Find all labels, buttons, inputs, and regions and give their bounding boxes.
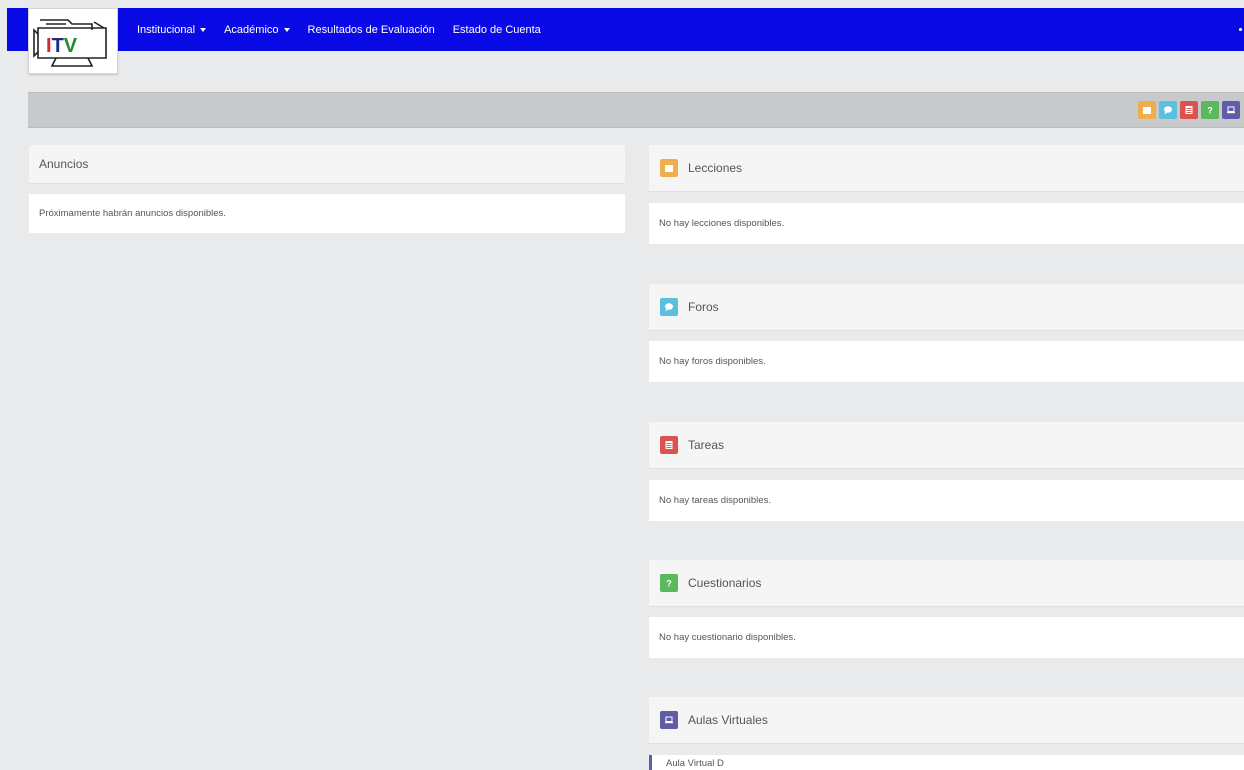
nav-estado-cuenta[interactable]: Estado de Cuenta — [453, 24, 541, 36]
video-camera-logo-icon: ITV — [33, 19, 107, 67]
lecciones-panel-header: Lecciones — [649, 145, 1244, 192]
svg-text:ITV: ITV — [46, 35, 78, 57]
cuestionarios-title: Cuestionarios — [688, 576, 762, 590]
cuestionarios-panel-header: ? Cuestionarios — [649, 560, 1244, 607]
foros-panel-body: No hay foros disponibles. — [649, 341, 1244, 382]
section-shortcuts: ? — [1135, 101, 1240, 119]
anuncios-empty-message: Próximamente habrán anuncios disponibles… — [39, 208, 226, 219]
lecciones-empty-message: No hay lecciones disponibles. — [659, 218, 785, 229]
quizzes-badge: ? — [660, 574, 678, 592]
cuestionarios-panel-body: No hay cuestionario disponibles. — [649, 617, 1244, 658]
forums-shortcut-button[interactable] — [1159, 101, 1177, 119]
lessons-shortcut-button[interactable] — [1138, 101, 1156, 119]
course-header-bar: ? — [28, 92, 1244, 128]
nav-institucional[interactable]: Institucional — [137, 23, 207, 36]
tareas-title: Tareas — [688, 438, 725, 452]
lessons-icon — [665, 165, 673, 172]
aulas-panel-header: Aulas Virtuales — [649, 697, 1244, 744]
aula-virtual-label: Aula Virtual D — [666, 758, 724, 769]
virtual-classroom-icon — [665, 716, 673, 724]
tasks-shortcut-button[interactable] — [1180, 101, 1198, 119]
nav-institucional-label: Institucional — [137, 23, 196, 36]
nav-academico[interactable]: Académico — [224, 23, 290, 36]
top-navbar: Institucional Académico Resultados de Ev… — [7, 8, 1244, 51]
nav-estado-cuenta-label: Estado de Cuenta — [452, 23, 541, 36]
forums-badge — [660, 298, 678, 316]
quiz-icon: ? — [1207, 106, 1213, 116]
tasks-icon — [665, 441, 673, 449]
tasks-icon — [1185, 106, 1193, 114]
svg-text:?: ? — [1207, 106, 1213, 116]
quizzes-shortcut-button[interactable]: ? — [1201, 101, 1219, 119]
virtual-classroom-icon — [1227, 106, 1235, 114]
lecciones-panel-body: No hay lecciones disponibles. — [649, 203, 1244, 244]
forum-icon — [1164, 106, 1172, 115]
aula-virtual-item[interactable]: Aula Virtual D — [649, 755, 1244, 770]
lessons-badge — [660, 159, 678, 177]
anuncios-title: Anuncios — [39, 157, 89, 171]
chevron-down-icon — [283, 27, 290, 32]
foros-empty-message: No hay foros disponibles. — [659, 356, 766, 367]
virtual-classrooms-badge — [660, 711, 678, 729]
anuncios-panel-header: Anuncios — [29, 145, 625, 184]
tareas-empty-message: No hay tareas disponibles. — [659, 495, 771, 506]
cuestionarios-empty-message: No hay cuestionario disponibles. — [659, 632, 796, 643]
lessons-icon — [1143, 107, 1151, 114]
virtual-classrooms-shortcut-button[interactable] — [1222, 101, 1240, 119]
nav-academico-label: Académico — [224, 23, 279, 36]
chevron-down-icon — [200, 27, 207, 32]
tareas-panel-body: No hay tareas disponibles. — [649, 480, 1244, 521]
logo[interactable]: ITV — [28, 8, 118, 74]
aulas-title: Aulas Virtuales — [688, 713, 768, 727]
svg-text:?: ? — [666, 579, 672, 589]
forum-icon — [665, 303, 673, 312]
tasks-badge — [660, 436, 678, 454]
tareas-panel-header: Tareas — [649, 422, 1244, 469]
foros-panel-header: Foros — [649, 284, 1244, 331]
nav-resultados-evaluacion[interactable]: Resultados de Evaluación — [308, 24, 435, 36]
user-menu-icon[interactable] — [1239, 28, 1242, 31]
lecciones-title: Lecciones — [688, 161, 743, 175]
anuncios-panel-body: Próximamente habrán anuncios disponibles… — [29, 194, 625, 233]
quiz-icon: ? — [666, 579, 672, 589]
foros-title: Foros — [688, 300, 719, 314]
nav-resultados-label: Resultados de Evaluación — [307, 23, 435, 36]
